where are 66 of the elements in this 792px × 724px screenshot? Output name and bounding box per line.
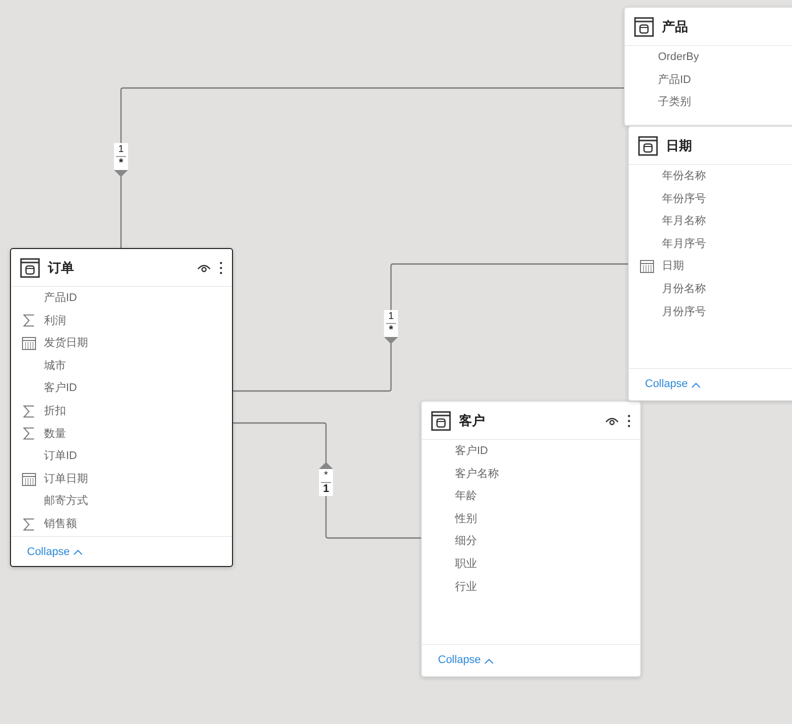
calendar-icon bbox=[22, 336, 36, 350]
field-name[interactable]: 客户ID bbox=[455, 443, 488, 460]
field-name[interactable]: 年月序号 bbox=[662, 236, 706, 252]
table-icon bbox=[431, 410, 451, 430]
field-name[interactable]: 订单日期 bbox=[44, 470, 88, 488]
sigma-icon bbox=[22, 314, 34, 328]
eye-icon[interactable] bbox=[197, 262, 211, 272]
chevron-up-icon bbox=[72, 549, 83, 556]
cardinality-marker[interactable]: 1 * bbox=[384, 310, 398, 337]
field-name[interactable]: 年龄 bbox=[455, 488, 477, 505]
table-card[interactable]: 客户 客户ID 客户名称 年龄 性别 细分 职业 行业 Collapse bbox=[421, 401, 641, 677]
more-icon[interactable] bbox=[219, 260, 223, 274]
calendar-icon bbox=[640, 260, 654, 274]
field-name[interactable]: 销售额 bbox=[44, 516, 77, 532]
field-name[interactable]: 订单ID bbox=[44, 448, 77, 465]
table-icon bbox=[638, 136, 658, 156]
chevron-up-icon bbox=[484, 658, 494, 664]
collapse-link[interactable]: Collapse bbox=[645, 376, 701, 393]
cardinality-text: * bbox=[388, 324, 394, 336]
field-name[interactable]: 子类别 bbox=[658, 94, 691, 111]
sigma-icon bbox=[22, 427, 34, 440]
cardinality-text: 1 bbox=[322, 483, 330, 495]
calendar-icon bbox=[22, 472, 36, 486]
collapse-link[interactable]: Collapse bbox=[438, 652, 494, 669]
field-name[interactable]: 产品ID bbox=[658, 72, 691, 88]
field-name[interactable]: 折扣 bbox=[44, 403, 66, 420]
cardinality-marker[interactable]: 1 * bbox=[114, 143, 128, 170]
table-card[interactable]: 订单 产品ID 利润 发货日期 城市 客户ID 折扣 数量 订单ID 订单日期 邮寄方式 销售额 Collapse bbox=[10, 248, 233, 567]
table-title: 日期 bbox=[666, 136, 692, 155]
field-name[interactable]: 客户ID bbox=[44, 380, 77, 397]
eye-icon[interactable] bbox=[605, 416, 619, 426]
cardinality-text: 1 bbox=[388, 311, 394, 323]
field-name[interactable]: OrderBy bbox=[658, 49, 699, 66]
cardinality-marker[interactable]: * 1 bbox=[319, 469, 333, 496]
field-name[interactable]: 发货日期 bbox=[44, 335, 88, 352]
table-title: 订单 bbox=[48, 258, 74, 277]
table-title: 客户 bbox=[459, 412, 485, 430]
cardinality-text: * bbox=[118, 157, 124, 169]
field-name[interactable]: 职业 bbox=[455, 556, 477, 573]
table-icon bbox=[20, 258, 40, 278]
field-name[interactable]: 细分 bbox=[455, 533, 477, 550]
cardinality-text: * bbox=[324, 470, 328, 482]
field-name[interactable]: 性别 bbox=[455, 510, 477, 528]
field-name[interactable]: 数量 bbox=[44, 426, 66, 442]
field-name[interactable]: 邮寄方式 bbox=[44, 493, 88, 510]
sigma-icon bbox=[22, 404, 34, 418]
table-card[interactable]: 产品 OrderBy 产品ID 子类别 bbox=[624, 7, 792, 126]
field-name[interactable]: 月份序号 bbox=[662, 304, 706, 320]
field-name[interactable]: 年份序号 bbox=[662, 190, 706, 208]
field-name[interactable]: 年份名称 bbox=[662, 168, 706, 185]
cardinality-text: 1 bbox=[118, 144, 124, 156]
table-icon bbox=[634, 16, 654, 36]
field-name[interactable]: 产品ID bbox=[44, 290, 77, 307]
field-name[interactable]: 利润 bbox=[44, 312, 66, 330]
table-title: 产品 bbox=[662, 18, 688, 36]
table-card[interactable]: 日期 年份名称 年份序号 年月名称 年月序号 日期 月份名称 月份序号 Collapse bbox=[628, 126, 792, 401]
field-name[interactable]: 年月名称 bbox=[662, 213, 706, 230]
chevron-up-icon bbox=[690, 382, 701, 388]
field-name[interactable]: 月份名称 bbox=[662, 281, 706, 298]
more-icon[interactable] bbox=[627, 414, 631, 428]
collapse-link[interactable]: Collapse bbox=[27, 544, 83, 560]
field-name[interactable]: 日期 bbox=[662, 258, 684, 275]
field-name[interactable]: 客户名称 bbox=[455, 466, 499, 482]
field-name[interactable]: 城市 bbox=[44, 358, 66, 374]
sigma-icon bbox=[22, 518, 34, 531]
field-name[interactable]: 行业 bbox=[455, 578, 477, 596]
